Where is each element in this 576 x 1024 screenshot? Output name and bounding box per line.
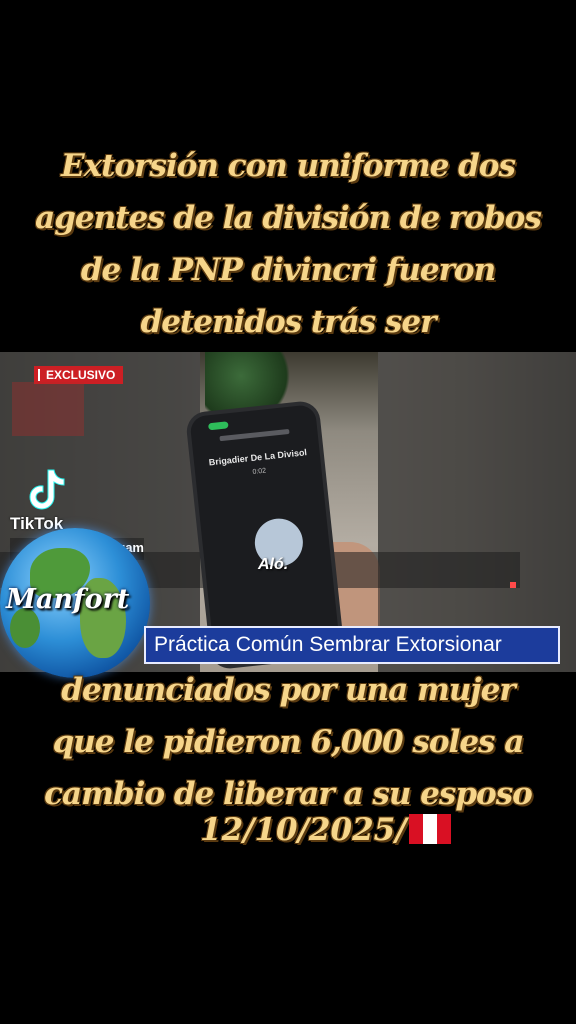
- plant-image: [205, 352, 295, 412]
- caption-line: que le pidieron 6,000 soles a: [52, 724, 525, 760]
- phone-subtitle-bar: [219, 428, 290, 442]
- video-side-blur: [378, 352, 576, 672]
- peru-flag-icon: [408, 814, 451, 844]
- red-overlay: [12, 382, 84, 436]
- call-status-pill: [208, 421, 229, 431]
- caption-line: denunciados por una mujer: [61, 672, 515, 708]
- caption-line: detenidos trás ser: [140, 304, 437, 340]
- call-word: Aló.: [258, 556, 289, 573]
- tiktok-logo-icon: [29, 469, 65, 510]
- caption-line: Extorsión con uniforme dos: [61, 148, 516, 184]
- caption-line: de la PNP divincri fueron: [80, 252, 496, 288]
- red-dot-icon: [510, 582, 516, 588]
- caption-top: Extorsión con uniforme dos agentes de la…: [0, 140, 576, 348]
- date-line: 12/10/2025/: [200, 812, 451, 848]
- news-banner: Práctica Común Sembrar Extorsionar: [144, 626, 560, 664]
- watermark-text: Manfort: [6, 584, 130, 615]
- date-text: 12/10/2025/: [200, 812, 407, 848]
- caption-line: agentes de la división de robos: [35, 200, 542, 236]
- caption-bottom: denunciados por una mujer que le pidiero…: [0, 664, 576, 820]
